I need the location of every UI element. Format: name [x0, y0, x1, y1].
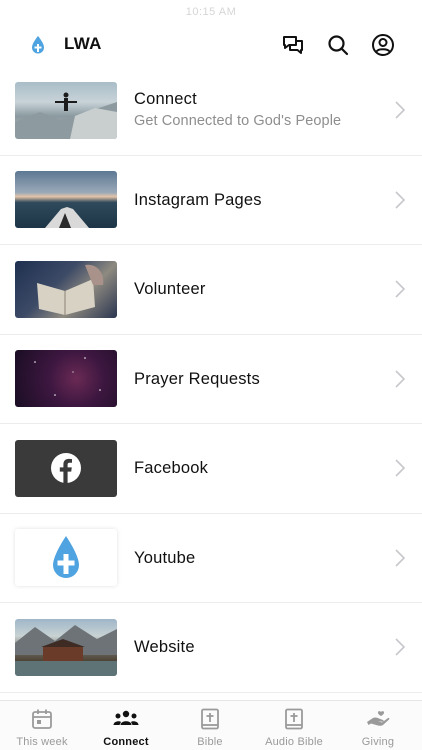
list-item-title: Prayer Requests: [134, 369, 260, 388]
list-item-volunteer[interactable]: Volunteer: [0, 245, 422, 335]
website-thumbnail: [15, 618, 117, 676]
tab-bible[interactable]: Bible: [168, 701, 252, 750]
tab-label: Connect: [103, 736, 149, 748]
tab-giving[interactable]: Giving: [336, 701, 420, 750]
prayer-requests-thumbnail: [15, 350, 117, 408]
chevron-right-icon: [395, 190, 406, 209]
connect-thumbnail: [15, 81, 117, 139]
facebook-thumbnail: [15, 439, 117, 497]
list-item-title: Youtube: [134, 548, 196, 567]
list-item-connect[interactable]: Connect Get Connected to God's People: [0, 66, 422, 156]
chevron-right-icon: [395, 280, 406, 298]
youtube-thumbnail: [15, 529, 117, 587]
app-title: LWA: [64, 34, 102, 53]
list-item-title: Connect: [134, 90, 197, 108]
list-item-instagram-pages[interactable]: Instagram Pages: [0, 155, 422, 245]
instagram-thumbnail: [15, 171, 117, 229]
calendar-icon: [32, 709, 52, 729]
giving-hand-icon: [367, 711, 390, 726]
tab-label: Bible: [197, 736, 223, 748]
chevron-right-icon: [395, 638, 406, 656]
bible-icon: [201, 708, 219, 730]
tab-audio-bible[interactable]: Audio Bible: [252, 701, 336, 750]
messages-icon[interactable]: [281, 33, 305, 57]
search-icon[interactable]: [326, 33, 350, 57]
list-item-title: Facebook: [134, 459, 209, 477]
list-item-title: Website: [134, 638, 195, 656]
people-icon: [113, 710, 139, 725]
lwa-drop-cross-icon: [53, 535, 79, 578]
tab-label: This week: [16, 736, 68, 748]
account-icon[interactable]: [371, 33, 395, 57]
chevron-right-icon: [395, 548, 406, 567]
audio-bible-icon: [285, 708, 303, 730]
list-item-title: Instagram Pages: [134, 190, 262, 209]
list-item-prayer-requests[interactable]: Prayer Requests: [0, 334, 422, 424]
chevron-right-icon: [395, 101, 406, 119]
list-item-youtube[interactable]: Youtube: [0, 513, 422, 603]
list-item-title: Volunteer: [134, 280, 206, 298]
list-item-facebook[interactable]: Facebook: [0, 424, 422, 514]
lwa-logo-icon: [32, 36, 44, 54]
chevron-right-icon: [395, 369, 406, 388]
app-header: LWA: [0, 24, 422, 66]
tab-this-week[interactable]: This week: [0, 701, 84, 750]
list-item-website[interactable]: Website: [0, 603, 422, 693]
tab-connect[interactable]: Connect: [84, 701, 168, 750]
volunteer-thumbnail: [15, 260, 117, 318]
facebook-icon: [51, 453, 81, 484]
list-item-subtitle: Get Connected to God's People: [134, 113, 342, 129]
tab-label: Giving: [361, 736, 395, 748]
status-bar: 10:15 AM: [0, 0, 422, 24]
tab-label: Audio Bible: [265, 736, 323, 748]
bottom-tab-bar: This week Connect Bible Audio Bible Givi…: [0, 700, 422, 750]
chevron-right-icon: [395, 459, 406, 477]
status-time: 10:15 AM: [185, 6, 237, 18]
connect-list: Connect Get Connected to God's People In…: [0, 66, 422, 700]
